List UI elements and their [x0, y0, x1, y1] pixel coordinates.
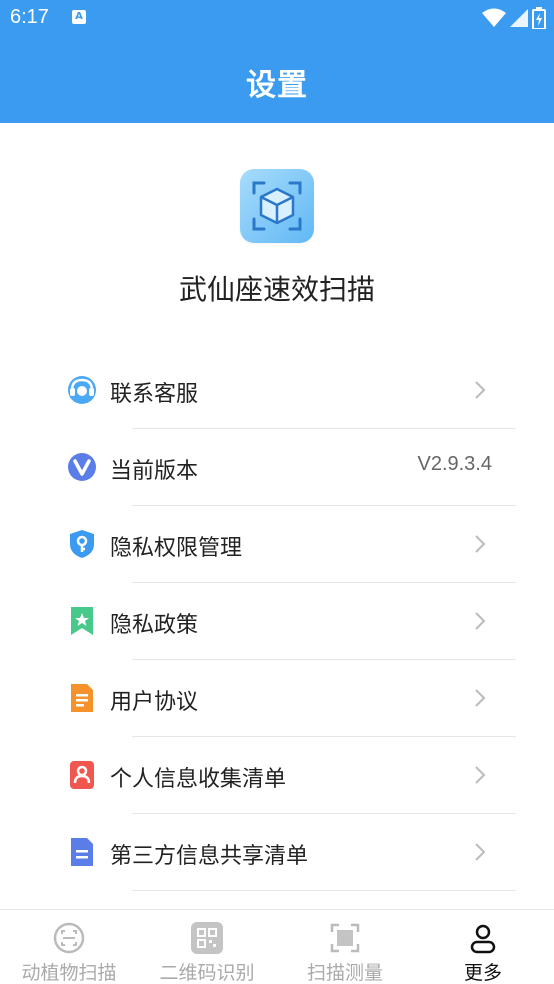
settings-item-label: 联系客服 [110, 382, 199, 407]
version-icon [68, 453, 96, 481]
settings-item-label: 当前版本 [110, 459, 199, 484]
battery-icon [532, 7, 546, 29]
settings-item-user-agreement[interactable]: 用户协议 [62, 660, 516, 737]
tab-label: 动植物扫描 [21, 962, 117, 984]
tab-more[interactable]: 更多 [414, 910, 552, 984]
app-logo [240, 169, 314, 243]
settings-item-label: 用户协议 [110, 690, 199, 715]
document-icon [71, 684, 93, 712]
tab-measure-scan[interactable]: 扫描测量 [276, 910, 414, 984]
bottom-nav: 动植物扫描 二维码识别 扫描测量 更多 [0, 909, 554, 984]
settings-item-customer-service[interactable]: 联系客服 [62, 352, 516, 429]
chevron-right-icon [475, 612, 486, 630]
tab-label: 扫描测量 [306, 962, 383, 984]
status-time: 6:17 [10, 6, 49, 28]
header-bar: 6:17 A 设置 [0, 0, 554, 123]
sim-badge-icon: A [72, 10, 86, 24]
measure-scan-icon [330, 923, 360, 953]
wifi-icon [482, 8, 506, 27]
bookmark-star-icon [71, 607, 93, 635]
plant-scan-icon [53, 922, 85, 954]
chevron-right-icon [475, 535, 486, 553]
person-card-icon [70, 761, 94, 789]
tab-label: 二维码识别 [159, 962, 255, 984]
chevron-right-icon [475, 381, 486, 399]
settings-item-label: 隐私权限管理 [110, 536, 243, 561]
shield-key-icon [70, 530, 94, 558]
status-icons [482, 6, 546, 30]
list-document-icon [71, 838, 93, 866]
app-name: 武仙座速效扫描 [178, 273, 375, 306]
settings-item-label: 个人信息收集清单 [110, 767, 287, 792]
chevron-right-icon [475, 689, 486, 707]
settings-item-label: 第三方信息共享清单 [110, 844, 309, 869]
person-icon [470, 924, 496, 954]
page-title: 设置 [246, 68, 308, 103]
tab-label: 更多 [463, 962, 502, 984]
status-bar: 6:17 A [0, 0, 554, 38]
3d-box-scan-icon [252, 181, 302, 231]
settings-item-privacy-policy[interactable]: 隐私政策 [62, 583, 516, 660]
settings-item-personal-info-list[interactable]: 个人信息收集清单 [62, 737, 516, 814]
divider [132, 890, 516, 891]
version-value: V2.9.3.4 [417, 453, 492, 475]
settings-item-third-party-sharing[interactable]: 第三方信息共享清单 [62, 814, 516, 891]
settings-item-privacy-permissions[interactable]: 隐私权限管理 [62, 506, 516, 583]
signal-icon [510, 9, 528, 27]
chevron-right-icon [475, 766, 486, 784]
customer-service-icon [68, 376, 96, 404]
settings-item-label: 隐私政策 [110, 613, 199, 638]
qrcode-icon [191, 922, 223, 954]
tab-qrcode[interactable]: 二维码识别 [138, 910, 276, 984]
settings-list: 联系客服 当前版本 V2.9.3.4 隐私权限管理 隐私政策 用户协议 个人信息… [62, 352, 516, 891]
tab-plant-scan[interactable]: 动植物扫描 [0, 910, 138, 984]
settings-item-version[interactable]: 当前版本 V2.9.3.4 [62, 429, 516, 506]
chevron-right-icon [475, 843, 486, 861]
